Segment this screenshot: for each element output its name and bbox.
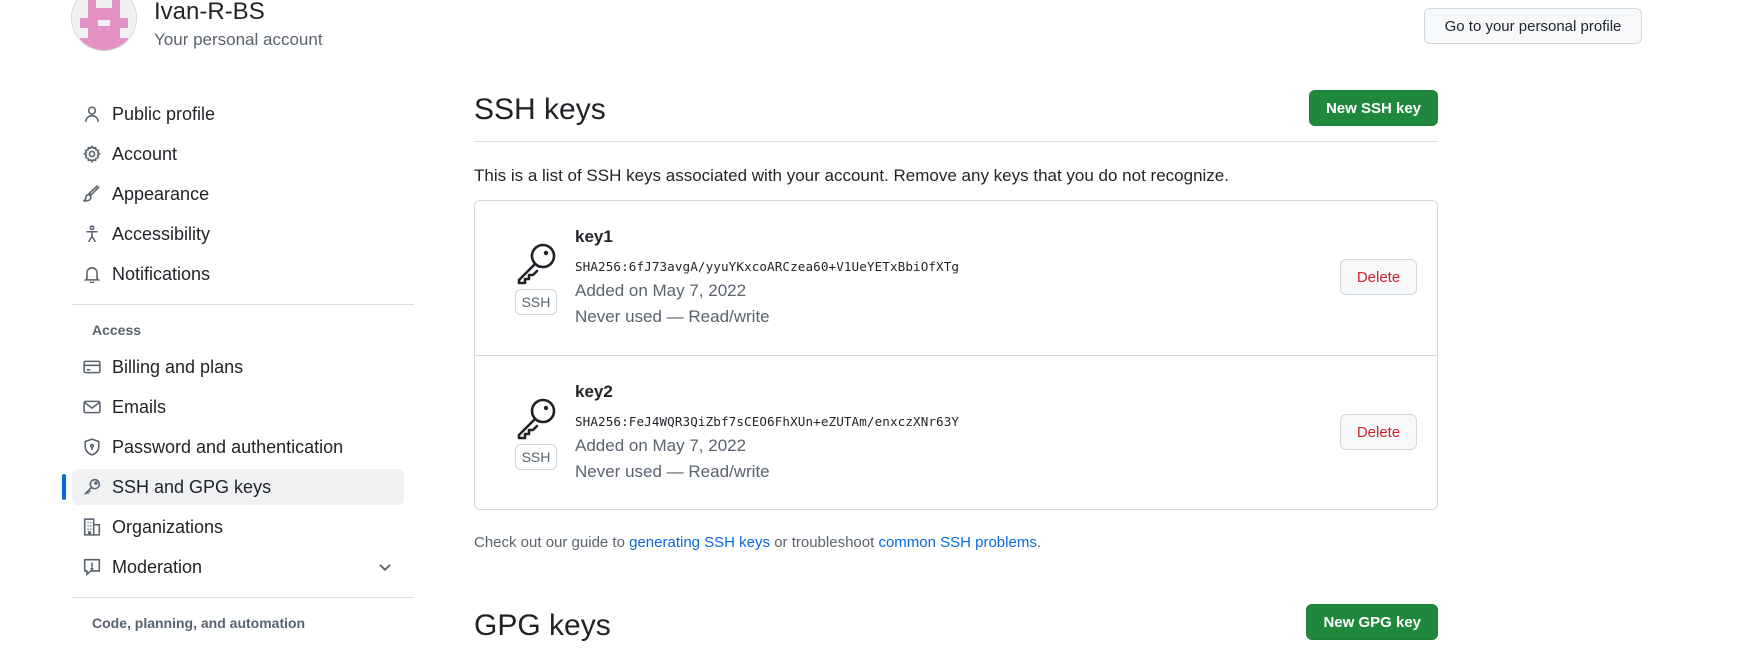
account-name[interactable]: Ivan-R-BS <box>154 0 265 26</box>
ssh-guide-text: Check out our guide to generating SSH ke… <box>474 533 1438 553</box>
common-ssh-problems-link[interactable]: common SSH problems <box>878 534 1036 551</box>
sidebar-item-label: Public profile <box>112 103 216 124</box>
sidebar-item-accessibility[interactable]: Accessibility <box>72 216 404 252</box>
key-usage: Never used — Read/write <box>575 462 770 481</box>
key-title: key2 <box>575 382 613 401</box>
generating-ssh-keys-link[interactable]: generating SSH keys <box>629 534 770 551</box>
key-added-date: Added on May 7, 2022 <box>575 281 747 300</box>
settings-sidebar: Public profile Account Appearance Access… <box>62 96 414 642</box>
credit-card-icon <box>82 357 102 377</box>
gear-icon <box>82 144 102 164</box>
ssh-key-row: SSH key1 SHA256:6fJ73avgA/yyuYKxcoARCzea… <box>475 201 1437 355</box>
chevron-down-icon[interactable] <box>376 558 394 576</box>
sidebar-item-password-auth[interactable]: Password and authentication <box>72 429 404 465</box>
mail-icon <box>82 397 102 417</box>
ssh-badge: SSH <box>515 289 557 315</box>
paintbrush-icon <box>82 184 102 204</box>
key-added-date: Added on May 7, 2022 <box>575 436 747 455</box>
sidebar-item-notifications[interactable]: Notifications <box>72 256 404 292</box>
account-subtitle: Your personal account <box>154 30 323 49</box>
avatar[interactable] <box>72 0 136 50</box>
sidebar-item-label: Notifications <box>112 263 211 284</box>
ssh-badge: SSH <box>515 444 557 470</box>
key-fingerprint: SHA256:FeJ4WQR3QiZbf7sCEO6FhXUn+eZUTAm/e… <box>575 414 960 429</box>
accessibility-icon <box>82 224 102 244</box>
sidebar-item-label: Billing and plans <box>112 356 244 377</box>
sidebar-item-account[interactable]: Account <box>72 136 404 172</box>
sidebar-heading-access: Access <box>92 322 142 338</box>
report-icon <box>82 557 102 577</box>
key-icon <box>515 241 559 285</box>
new-ssh-key-button[interactable]: New SSH key <box>1308 90 1438 126</box>
sidebar-item-organizations[interactable]: Organizations <box>72 509 404 545</box>
ssh-key-row: SSH key2 SHA256:FeJ4WQR3QiZbf7sCEO6FhXUn… <box>475 355 1437 509</box>
sidebar-item-label: Emails <box>112 396 167 417</box>
gpg-keys-header: GPG keys New GPG key <box>474 604 1438 654</box>
guide-middle: or troubleshoot <box>770 534 879 551</box>
key-usage: Never used — Read/write <box>575 307 770 326</box>
sidebar-item-label: Organizations <box>112 516 224 537</box>
key-icon <box>82 477 102 497</box>
go-to-profile-button[interactable]: Go to your personal profile <box>1424 8 1642 44</box>
gpg-keys-title: GPG keys <box>474 609 611 642</box>
sidebar-item-moderation[interactable]: Moderation <box>72 549 404 585</box>
sidebar-divider <box>72 597 414 598</box>
sidebar-item-label: Moderation <box>112 556 203 577</box>
organization-icon <box>82 517 102 537</box>
delete-key-button[interactable]: Delete <box>1340 259 1417 295</box>
account-header: Ivan-R-BS Your personal account Go to yo… <box>72 0 1642 60</box>
guide-suffix: . <box>1036 534 1041 551</box>
sidebar-heading-code-planning: Code, planning, and automation <box>92 615 306 631</box>
ssh-keys-header: SSH keys New SSH key <box>474 88 1438 142</box>
ssh-key-list: SSH key1 SHA256:6fJ73avgA/yyuYKxcoARCzea… <box>474 200 1438 510</box>
bell-icon <box>82 264 102 284</box>
sidebar-item-label: Accessibility <box>112 223 211 244</box>
main-content: SSH keys New SSH key This is a list of S… <box>474 88 1438 642</box>
delete-key-button[interactable]: Delete <box>1340 414 1417 450</box>
sidebar-item-appearance[interactable]: Appearance <box>72 176 404 212</box>
sidebar-item-public-profile[interactable]: Public profile <box>72 96 404 132</box>
sidebar-item-label: Appearance <box>112 183 210 204</box>
key-icon <box>515 396 559 440</box>
sidebar-item-label: Account <box>112 143 178 164</box>
person-icon <box>82 104 102 124</box>
sidebar-item-label: Password and authentication <box>112 436 344 457</box>
sidebar-item-billing[interactable]: Billing and plans <box>72 349 404 385</box>
sidebar-item-ssh-gpg-keys[interactable]: SSH and GPG keys <box>62 469 404 505</box>
sidebar-item-emails[interactable]: Emails <box>72 389 404 425</box>
ssh-keys-intro: This is a list of SSH keys associated wi… <box>474 166 1229 185</box>
shield-lock-icon <box>82 437 102 457</box>
sidebar-divider <box>72 304 414 305</box>
sidebar-item-label: SSH and GPG keys <box>112 476 272 497</box>
guide-prefix: Check out our guide to <box>474 534 630 551</box>
key-fingerprint: SHA256:6fJ73avgA/yyuYKxcoARCzea60+V1UeYE… <box>575 259 960 274</box>
key-title: key1 <box>575 227 613 246</box>
new-gpg-key-button[interactable]: New GPG key <box>1306 604 1438 640</box>
ssh-keys-title: SSH keys <box>474 93 606 126</box>
